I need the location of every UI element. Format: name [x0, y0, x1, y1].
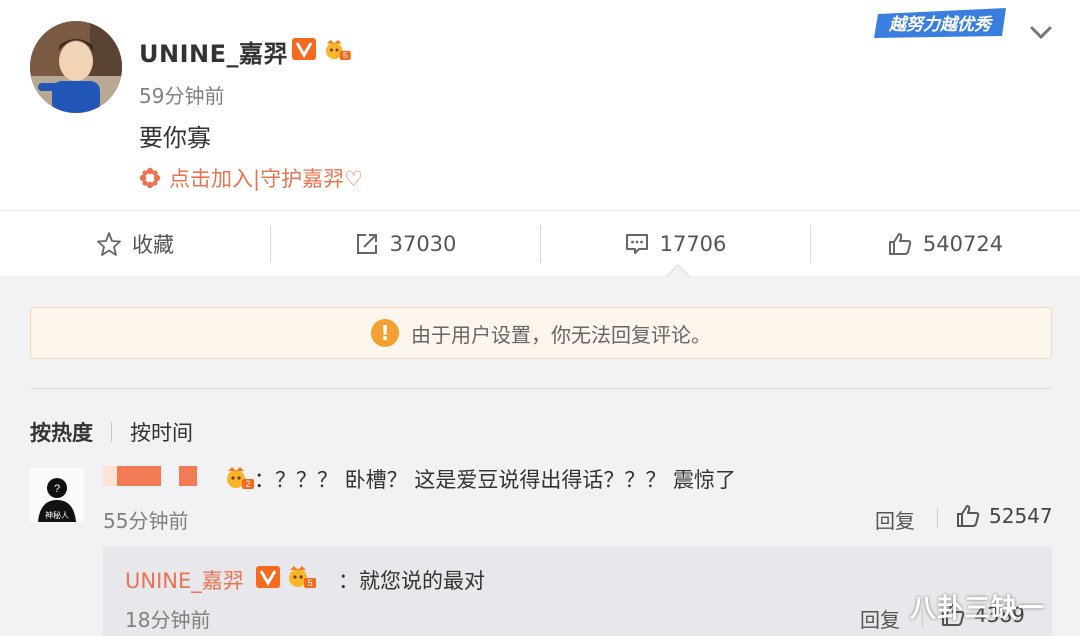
- notice-text: 由于用户设置，你无法回复评论。: [411, 322, 711, 347]
- verified-v-icon: [292, 38, 316, 60]
- separator: [937, 508, 938, 528]
- level-crown-icon: 5: [326, 39, 351, 60]
- reply-button[interactable]: 回复: [875, 505, 915, 534]
- favorite-button[interactable]: 收藏: [0, 211, 270, 276]
- like-button[interactable]: 540724: [810, 211, 1080, 276]
- repost-count: 37030: [389, 231, 457, 256]
- comment-icon: [625, 233, 648, 254]
- post-text: 要你寡: [139, 124, 211, 152]
- comment-count: 17706: [659, 231, 727, 256]
- reply-restriction-notice: ! 由于用户设置，你无法回复评论。: [30, 307, 1052, 359]
- comment-like-button[interactable]: 52547: [955, 503, 1053, 529]
- repost-icon: [356, 233, 377, 254]
- sort-tabs: 按热度 按时间: [30, 417, 193, 447]
- like-count: 540724: [922, 231, 1004, 256]
- reply-time: 18分钟前: [125, 608, 211, 632]
- verified-v-icon: [256, 566, 280, 588]
- motto-badge: 越努力越优秀: [874, 8, 1006, 38]
- commenter-avatar[interactable]: ? 神秘人: [30, 468, 84, 522]
- svg-text:?: ?: [54, 483, 60, 495]
- post-time: 59分钟前: [139, 84, 225, 108]
- join-label: 点击加入|守护嘉羿♡: [169, 167, 363, 191]
- thumbs-up-icon: [888, 232, 912, 255]
- comment-like-count: 52547: [989, 504, 1053, 528]
- reply-text: ：就您说的最对: [338, 569, 485, 593]
- sort-separator: [111, 422, 112, 442]
- tab-pointer: [666, 264, 690, 278]
- level-number: 5: [307, 578, 312, 588]
- reply-reply-button[interactable]: 回复: [860, 604, 900, 633]
- svg-text:5: 5: [343, 51, 348, 60]
- reply-username[interactable]: UNINE_嘉羿: [125, 565, 244, 595]
- level-crown-icon: 5: [289, 566, 316, 588]
- tab-sort-hot[interactable]: 按热度: [30, 417, 93, 447]
- join-fan-link[interactable]: 点击加入|守护嘉羿♡: [139, 163, 363, 193]
- commenter-name-redacted[interactable]: [103, 466, 198, 486]
- comment-time: 55分钟前: [103, 509, 189, 533]
- star-icon: [97, 231, 121, 256]
- repost-button[interactable]: 37030: [270, 211, 540, 276]
- motto-badge-text: 越努力越优秀: [888, 15, 993, 35]
- avatar-caption: 神秘人: [45, 510, 69, 520]
- favorite-label: 收藏: [132, 232, 174, 257]
- comment-text: ：？？？ 卧槽？ 这是爱豆说得出得话？？？ 震惊了: [254, 468, 737, 492]
- chevron-down-icon[interactable]: [1028, 22, 1054, 42]
- user-avatar[interactable]: [30, 21, 122, 113]
- tab-sort-time[interactable]: 按时间: [130, 417, 193, 447]
- level-number: 2: [245, 479, 250, 489]
- thumbs-up-icon: [957, 505, 980, 527]
- action-bar: 收藏 37030 17706 540724: [0, 210, 1080, 276]
- flower-icon: [139, 167, 161, 189]
- divider: [30, 388, 1052, 389]
- post-username[interactable]: UNINE_嘉羿: [139, 34, 288, 69]
- watermark: 八卦三缺一: [910, 594, 1046, 624]
- level-crown-icon: 2: [227, 467, 254, 489]
- warning-icon: !: [371, 319, 399, 347]
